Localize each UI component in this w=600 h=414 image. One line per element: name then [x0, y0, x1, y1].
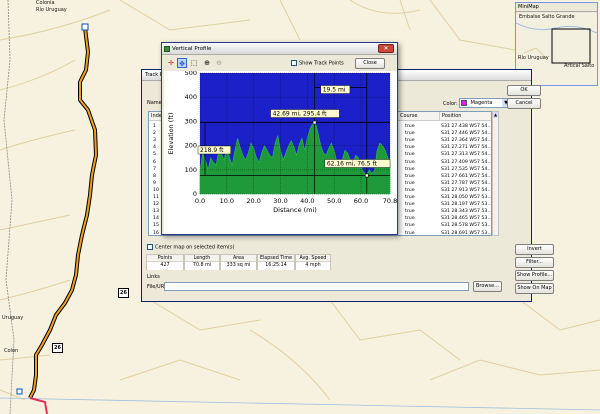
color-label: Color: [443, 101, 458, 107]
cell-course: true [405, 230, 415, 236]
y-tick-label: 200 [185, 142, 197, 150]
y-tick-label: 300 [185, 117, 197, 125]
cell-index: 16 [153, 230, 159, 236]
point-2-marker [365, 173, 369, 178]
distance-delta-label: 19.5 mi [323, 87, 346, 94]
stat-header: Elapsed Time [258, 256, 294, 262]
minimap-label-other: Artical Salto [564, 63, 595, 69]
track-stats: Points 427 Length 70.8 mi Area 333 sq mi El… [146, 254, 331, 270]
stat-header: Avg. Speed [296, 255, 330, 262]
x-tick-label: 70.8 [383, 197, 397, 205]
stat-area: Area 333 sq mi [220, 254, 257, 270]
checkbox-box[interactable] [147, 244, 153, 250]
x-tick-label: 50.0 [327, 197, 341, 205]
checkbox-box[interactable] [291, 60, 297, 66]
x-tick-label: 10.0 [220, 197, 234, 205]
select-region-icon[interactable]: ⬚ [189, 58, 199, 68]
elevation-delta-label: 218.9 ft [200, 147, 224, 154]
y-tick-label: 100 [185, 166, 197, 174]
stat-points: Points 427 [146, 254, 184, 270]
zoom-out-icon[interactable]: ⊖ [214, 58, 224, 68]
invert-button[interactable]: Invert [515, 244, 554, 255]
x-tick-label: 60.0 [354, 197, 368, 205]
color-select-value: Magenta [470, 100, 493, 106]
minimap-label-river: Río Uruguay [518, 55, 549, 61]
x-tick-label: 0.0 [195, 197, 205, 205]
column-header-position[interactable]: Position [439, 112, 491, 121]
pan-icon[interactable]: ✥ [177, 58, 187, 68]
stat-value: 427 [147, 262, 183, 270]
stat-header: Area [221, 255, 256, 262]
show-profile-button[interactable]: Show Profile... [515, 270, 554, 281]
cell-position: S31 28.691 W57 53.... [441, 230, 492, 236]
filter-button[interactable]: Filter... [515, 257, 554, 268]
ok-button[interactable]: OK [507, 85, 541, 96]
minimap-label-reservoir: Embalse Salto Grande [519, 14, 575, 20]
stat-value: 333 sq mi [221, 262, 256, 270]
stat-elapsed-time: Elapsed Time 16:25:14 [257, 254, 295, 270]
file-url-input[interactable] [164, 282, 469, 291]
profile-toolbar: ✛ ✥ ⬚ ⊕ ⊖ Show Track Points Close [164, 57, 397, 69]
x-axis-label: Distance (mi) [273, 206, 317, 214]
map-label-rio-uruguay: Río Uruguay [36, 7, 67, 13]
stat-header: Points [147, 255, 183, 262]
minimap-title: MiniMap [516, 3, 597, 12]
show-track-points-checkbox[interactable]: Show Track Points [291, 60, 344, 67]
vertical-profile-dialog[interactable]: Vertical Profile ✕ ✛ ✥ ⬚ ⊕ ⊖ Show Track … [161, 42, 398, 235]
table-scrollbar[interactable]: ▲ [492, 111, 499, 236]
stat-length: Length 70.8 mi [184, 254, 220, 270]
map-label-colon: Colon [4, 348, 19, 354]
cancel-button[interactable]: Cancel [507, 98, 541, 109]
route-shield-26-south: 26 [52, 343, 63, 353]
stat-value: 70.8 mi [185, 262, 219, 270]
stat-avg-speed: Avg. Speed 4 mph [295, 254, 331, 270]
x-tick-label: 20.0 [246, 197, 260, 205]
zoom-in-icon[interactable]: ⊕ [202, 58, 212, 68]
vertical-profile-titlebar[interactable]: Vertical Profile ✕ [162, 43, 397, 55]
close-button[interactable]: Close [355, 58, 385, 69]
color-swatch [461, 99, 467, 106]
map-label-colonia: Colonia [36, 0, 55, 6]
x-tick-label: 30.0 [273, 197, 287, 205]
point-1-marker [312, 120, 317, 125]
profile-icon [164, 46, 170, 52]
center-map-checkbox[interactable]: Center map on selected item(s) [147, 244, 234, 251]
scroll-up-icon[interactable]: ▲ [493, 112, 498, 118]
elevation-chart[interactable]: 0 100 200 300 400 500 0.0 10.0 20.0 30.0 40.0 50.0 6… [164, 71, 397, 234]
map-label-uruguay: Uruguay [2, 315, 24, 321]
links-label: Links [147, 274, 160, 280]
center-map-label: Center map on selected item(s) [155, 244, 235, 251]
y-tick-label: 400 [185, 93, 197, 101]
elevation-chart-svg: 01002003004005000.0 10.0 20.0 30.0 40.0 50.0 6… [167, 71, 397, 214]
show-track-points-label: Show Track Points [299, 60, 344, 67]
stat-header: Length [185, 255, 219, 262]
route-shield-26: 26 [118, 288, 129, 298]
y-axis-label: Elevation (ft) [167, 112, 175, 154]
color-select[interactable]: Magenta ▼ [459, 98, 511, 108]
stat-value: 4 mph [296, 262, 330, 270]
column-header-course[interactable]: Course [397, 112, 439, 121]
crosshair-icon[interactable]: ✛ [166, 58, 176, 68]
browse-button[interactable]: Browse... [473, 281, 502, 292]
vertical-profile-title: Vertical Profile [172, 46, 212, 52]
y-tick-label: 500 [185, 71, 197, 77]
x-tick-label: 40.0 [300, 197, 314, 205]
show-on-map-button[interactable]: Show On Map [515, 283, 554, 294]
point-2-annotation: 62.16 mi, 76.5 ft [327, 160, 378, 167]
stat-value: 16:25:14 [258, 262, 294, 270]
point-1-annotation: 42.69 mi, 295.4 ft [273, 111, 328, 118]
close-icon[interactable]: ✕ [378, 44, 394, 53]
